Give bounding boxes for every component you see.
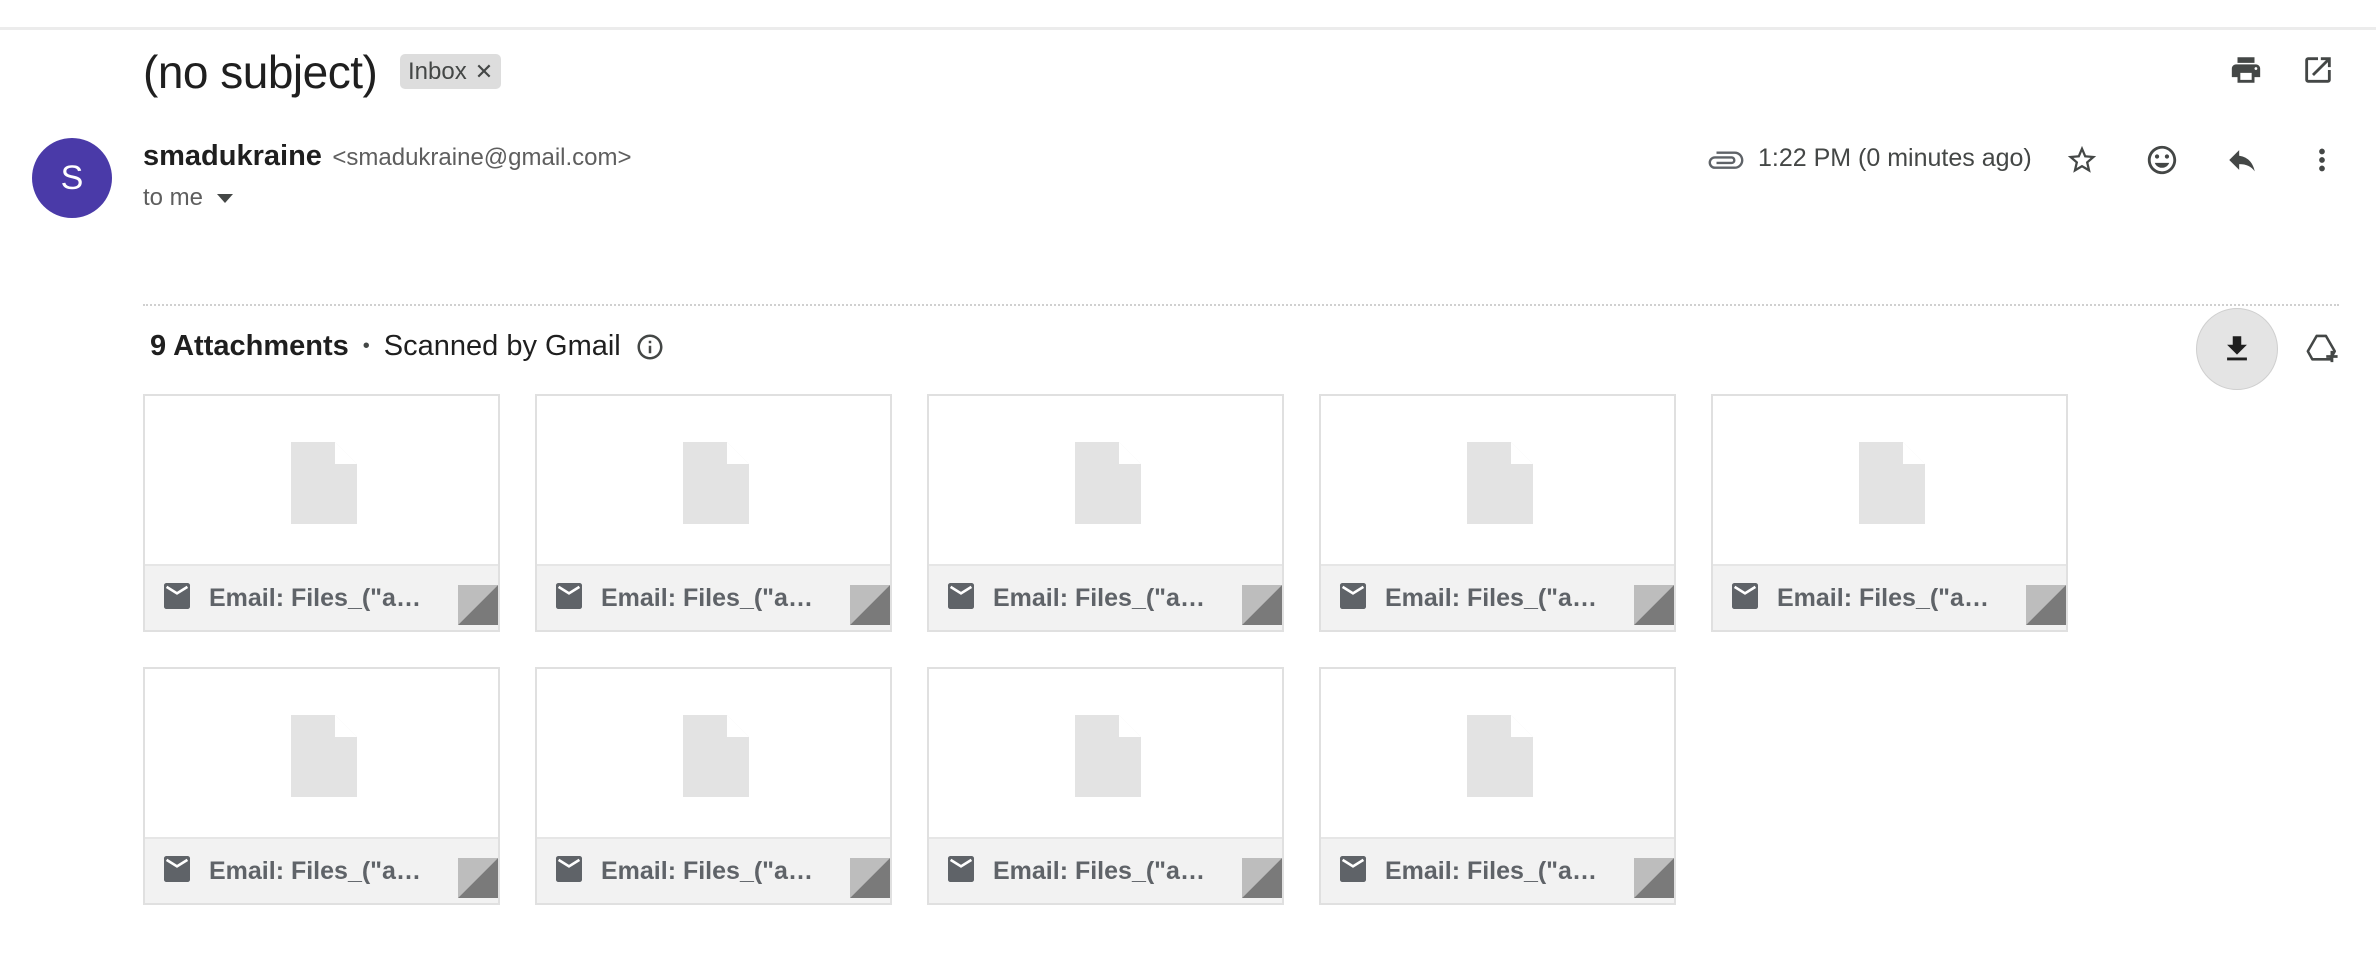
document-icon — [1467, 442, 1533, 529]
document-icon — [683, 442, 749, 529]
info-icon[interactable] — [635, 332, 665, 362]
sender-name[interactable]: smadukraine — [143, 140, 322, 172]
attachment-name: Email: Files_("ab... — [1385, 583, 1600, 612]
print-icon — [2231, 57, 2261, 83]
email-subject: (no subject) — [143, 46, 378, 98]
attachment-card[interactable]: Email: Files_("ab... — [535, 394, 892, 632]
document-icon — [1467, 715, 1533, 802]
document-icon — [683, 715, 749, 802]
mail-icon — [1337, 582, 1369, 614]
mail-icon — [945, 582, 977, 614]
page-fold-corner — [810, 585, 890, 630]
recipient-text: to me — [143, 184, 204, 211]
attachment-name: Email: Files_("ab... — [1777, 583, 1992, 612]
star-button[interactable] — [2056, 134, 2108, 186]
open-in-new-window-button[interactable] — [2292, 44, 2344, 96]
attachments-grid: Email: Files_("ab... Email: Files_("ab...… — [143, 394, 2376, 914]
attachment-card[interactable]: Email: Files_("ab... — [927, 667, 1284, 905]
attachment-name: Email: Files_("ab... — [209, 583, 424, 612]
recipient-line: to me — [143, 184, 234, 212]
email-timestamp: 1:22 PM (0 minutes ago) — [1758, 144, 2032, 172]
mail-icon — [161, 855, 193, 887]
label-text: Inbox — [408, 57, 467, 85]
star-icon — [2067, 145, 2097, 173]
more-vert-icon — [2319, 148, 2325, 172]
attachment-card[interactable]: Email: Files_("ab... — [1711, 394, 2068, 632]
sender-email: <smadukraine@gmail.com> — [332, 144, 632, 171]
mail-icon — [1729, 582, 1761, 614]
attachment-name: Email: Files_("ab... — [601, 856, 816, 885]
emoji-icon — [2147, 145, 2177, 175]
attachment-name: Email: Files_("ab... — [1385, 856, 1600, 885]
attachment-name: Email: Files_("ab... — [601, 583, 816, 612]
attachment-name: Email: Files_("ab... — [209, 856, 424, 885]
attachments-header: 9 Attachments • Scanned by Gmail — [150, 330, 665, 363]
attachment-card[interactable]: Email: Files_("ab... — [927, 394, 1284, 632]
print-button[interactable] — [2220, 44, 2272, 96]
page-fold-corner — [418, 858, 498, 903]
email-view: (no subject) Inbox ✕ S smadukraine <smad… — [0, 0, 2376, 956]
mail-icon — [945, 855, 977, 887]
top-divider — [0, 27, 2376, 30]
download-all-button[interactable] — [2196, 308, 2278, 390]
page-fold-corner — [1202, 585, 1282, 630]
attachment-card[interactable]: Email: Files_("ab... — [143, 394, 500, 632]
attachments-count: 9 Attachments — [150, 330, 349, 362]
sender-line: smadukraine <smadukraine@gmail.com> — [143, 140, 632, 173]
attachment-name: Email: Files_("ab... — [993, 583, 1208, 612]
page-fold-corner — [1986, 585, 2066, 630]
remove-label-icon[interactable]: ✕ — [475, 60, 493, 83]
attachment-card[interactable]: Email: Files_("ab... — [535, 667, 892, 905]
add-reaction-button[interactable] — [2136, 134, 2188, 186]
paperclip-icon — [1707, 142, 1745, 185]
mail-icon — [161, 582, 193, 614]
page-fold-corner — [418, 585, 498, 630]
open-in-new-window-icon — [2305, 57, 2331, 83]
more-options-button[interactable] — [2296, 134, 2348, 186]
attachment-name: Email: Files_("ab... — [993, 856, 1208, 885]
page-fold-corner — [1594, 858, 1674, 903]
add-all-to-drive-button[interactable] — [2296, 322, 2348, 374]
document-icon — [291, 442, 357, 529]
attachments-divider — [143, 304, 2339, 306]
attachment-card[interactable]: Email: Files_("ab... — [1319, 667, 1676, 905]
mail-icon — [1337, 855, 1369, 887]
attachment-card[interactable]: Email: Files_("ab... — [1319, 394, 1676, 632]
scanned-by-label: Scanned by Gmail — [383, 330, 621, 362]
separator-dot: • — [362, 335, 370, 357]
mail-icon — [553, 582, 585, 614]
page-fold-corner — [810, 858, 890, 903]
inbox-label-chip: Inbox ✕ — [400, 54, 502, 89]
page-fold-corner — [1202, 858, 1282, 903]
mail-icon — [553, 855, 585, 887]
document-icon — [1075, 715, 1141, 802]
document-icon — [1075, 442, 1141, 529]
show-details-caret-icon[interactable] — [217, 193, 234, 203]
add-to-drive-icon — [2306, 334, 2338, 363]
reply-icon — [2229, 150, 2255, 172]
attachment-card[interactable]: Email: Files_("ab... — [143, 667, 500, 905]
reply-button[interactable] — [2216, 134, 2268, 186]
sender-avatar[interactable]: S — [32, 138, 112, 218]
page-fold-corner — [1594, 585, 1674, 630]
document-icon — [1859, 442, 1925, 529]
download-icon — [2227, 336, 2247, 361]
document-icon — [291, 715, 357, 802]
